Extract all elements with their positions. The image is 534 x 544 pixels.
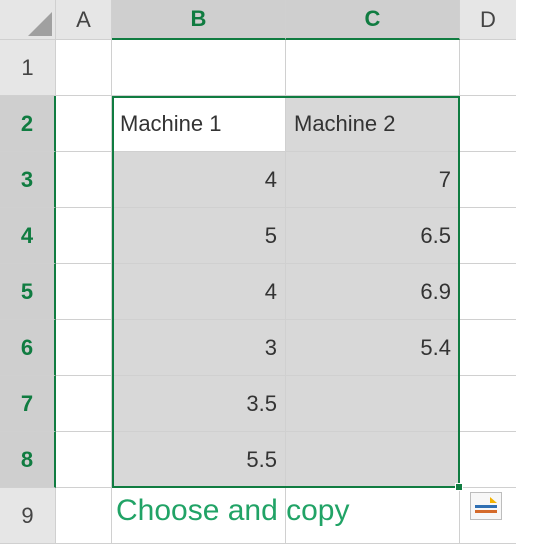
- row-header-5[interactable]: 5: [0, 264, 56, 320]
- cell-C8[interactable]: [286, 432, 460, 488]
- row-header-3[interactable]: 3: [0, 152, 56, 208]
- cell-D7[interactable]: [460, 376, 516, 432]
- cell-B2[interactable]: Machine 1: [112, 96, 286, 152]
- row-header-4[interactable]: 4: [0, 208, 56, 264]
- cell-C6[interactable]: 5.4: [286, 320, 460, 376]
- cell-C7[interactable]: [286, 376, 460, 432]
- cell-B8[interactable]: 5.5: [112, 432, 286, 488]
- cell-A8[interactable]: [56, 432, 112, 488]
- cell-A2[interactable]: [56, 96, 112, 152]
- cell-A1[interactable]: [56, 40, 112, 96]
- cell-A6[interactable]: [56, 320, 112, 376]
- cell-D1[interactable]: [460, 40, 516, 96]
- cell-B5[interactable]: 4: [112, 264, 286, 320]
- cell-D5[interactable]: [460, 264, 516, 320]
- row-header-1[interactable]: 1: [0, 40, 56, 96]
- quick-analysis-button[interactable]: [470, 492, 502, 520]
- cell-B1[interactable]: [112, 40, 286, 96]
- row-header-2[interactable]: 2: [0, 96, 56, 152]
- row-header-7[interactable]: 7: [0, 376, 56, 432]
- cell-C3[interactable]: 7: [286, 152, 460, 208]
- cell-C5[interactable]: 6.9: [286, 264, 460, 320]
- cell-A9[interactable]: [56, 488, 112, 544]
- quick-analysis-icon: [475, 497, 497, 515]
- spreadsheet-grid[interactable]: A B C D 1 2 Machine 1 Machine 2 3 4 7 4 …: [0, 0, 534, 544]
- select-all-corner[interactable]: [0, 0, 56, 40]
- row-header-6[interactable]: 6: [0, 320, 56, 376]
- cell-C1[interactable]: [286, 40, 460, 96]
- col-header-A[interactable]: A: [56, 0, 112, 40]
- cell-A3[interactable]: [56, 152, 112, 208]
- annotation-text: Choose and copy: [116, 494, 350, 528]
- cell-C2[interactable]: Machine 2: [286, 96, 460, 152]
- cell-D8[interactable]: [460, 432, 516, 488]
- col-header-C[interactable]: C: [286, 0, 460, 40]
- cell-B6[interactable]: 3: [112, 320, 286, 376]
- cell-A5[interactable]: [56, 264, 112, 320]
- cell-C4[interactable]: 6.5: [286, 208, 460, 264]
- cell-A7[interactable]: [56, 376, 112, 432]
- cell-D6[interactable]: [460, 320, 516, 376]
- cell-B4[interactable]: 5: [112, 208, 286, 264]
- cell-A4[interactable]: [56, 208, 112, 264]
- cell-D3[interactable]: [460, 152, 516, 208]
- row-header-9[interactable]: 9: [0, 488, 56, 544]
- col-header-D[interactable]: D: [460, 0, 516, 40]
- cell-B7[interactable]: 3.5: [112, 376, 286, 432]
- row-header-8[interactable]: 8: [0, 432, 56, 488]
- cell-D2[interactable]: [460, 96, 516, 152]
- cell-B3[interactable]: 4: [112, 152, 286, 208]
- col-header-B[interactable]: B: [112, 0, 286, 40]
- cell-D4[interactable]: [460, 208, 516, 264]
